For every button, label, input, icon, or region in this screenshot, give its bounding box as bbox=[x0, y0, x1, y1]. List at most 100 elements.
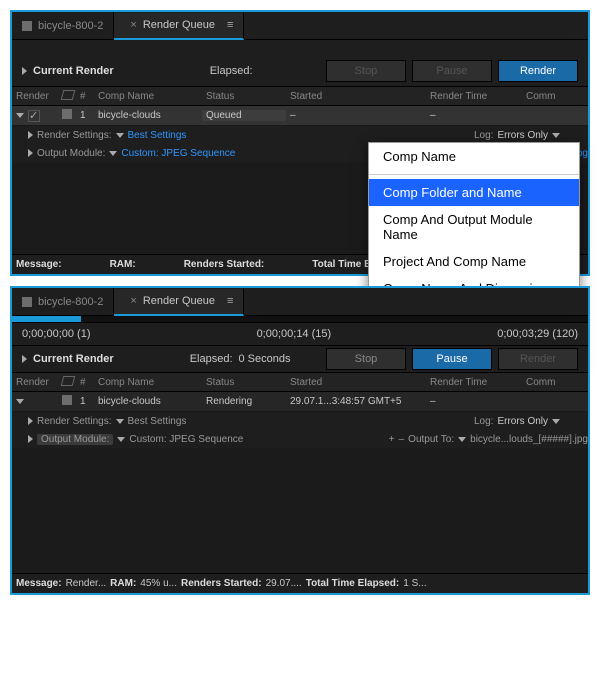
current-render-label: Current Render bbox=[33, 65, 114, 77]
disclosure-icon[interactable] bbox=[16, 113, 24, 118]
add-output-button[interactable]: + bbox=[389, 434, 395, 445]
col-rtime[interactable]: Render Time bbox=[426, 91, 522, 102]
tab-render-queue[interactable]: × Render Queue ≡ bbox=[114, 13, 244, 40]
current-render-label: Current Render bbox=[33, 353, 114, 365]
output-module-value[interactable]: Custom: JPEG Sequence bbox=[129, 434, 243, 445]
timeline-row: 0;00;00;00 (1) 0;00;00;14 (15) 0;00;03;2… bbox=[12, 322, 588, 346]
disclosure-icon[interactable] bbox=[22, 67, 27, 75]
col-render[interactable]: Render bbox=[12, 91, 58, 102]
status-bar: Message: Render... RAM: 45% u... Renders… bbox=[12, 573, 588, 593]
disclosure-icon[interactable] bbox=[28, 149, 33, 157]
remove-output-button[interactable]: – bbox=[399, 434, 405, 445]
disclosure-icon[interactable] bbox=[22, 355, 27, 363]
col-status[interactable]: Status bbox=[202, 377, 286, 388]
message-value: Render... bbox=[66, 578, 107, 589]
chevron-down-icon[interactable] bbox=[458, 437, 466, 442]
output-module-label: Output Module: bbox=[37, 434, 113, 445]
output-module-value[interactable]: Custom: JPEG Sequence bbox=[121, 148, 235, 159]
disclosure-icon[interactable] bbox=[28, 435, 33, 443]
output-module-row: Output Module: Custom: JPEG Sequence + –… bbox=[12, 430, 588, 448]
tag-icon bbox=[61, 90, 76, 100]
tab-render-queue[interactable]: × Render Queue ≡ bbox=[114, 289, 244, 316]
chevron-down-icon[interactable] bbox=[109, 151, 117, 156]
chevron-down-icon[interactable] bbox=[117, 437, 125, 442]
comp-icon bbox=[62, 109, 72, 119]
tab-bicycle-800-2[interactable]: bicycle-800-2 bbox=[12, 288, 114, 315]
render-settings-value[interactable]: Best Settings bbox=[128, 130, 187, 141]
col-num[interactable]: # bbox=[76, 377, 94, 388]
col-comp[interactable]: Comp Name bbox=[94, 91, 202, 102]
col-rtime[interactable]: Render Time bbox=[426, 377, 522, 388]
chevron-down-icon[interactable] bbox=[552, 133, 560, 138]
total-time-elapsed-value: 1 S... bbox=[403, 578, 426, 589]
render-settings-row: Render Settings: Best Settings Log: Erro… bbox=[12, 412, 588, 430]
popup-item-comp-and-output-module-name[interactable]: Comp And Output Module Name bbox=[369, 206, 579, 248]
col-comp[interactable]: Comp Name bbox=[94, 377, 202, 388]
render-button[interactable]: Render bbox=[498, 348, 578, 370]
render-settings-value[interactable]: Best Settings bbox=[128, 416, 187, 427]
tab-bicycle-800-2[interactable]: bicycle-800-2 bbox=[12, 12, 114, 39]
col-render[interactable]: Render bbox=[12, 377, 58, 388]
disclosure-icon[interactable] bbox=[16, 399, 24, 404]
elapsed-label: Elapsed: bbox=[190, 353, 233, 365]
col-num[interactable]: # bbox=[76, 91, 94, 102]
render-queue-panel-top: bicycle-800-2 × Render Queue ≡ Current R… bbox=[10, 10, 590, 276]
message-label: Message: bbox=[16, 259, 62, 270]
chevron-down-icon[interactable] bbox=[116, 133, 124, 138]
col-started[interactable]: Started bbox=[286, 91, 426, 102]
tag-icon bbox=[61, 376, 76, 386]
renders-started-label: Renders Started: bbox=[181, 578, 262, 589]
tab-label: Render Queue bbox=[143, 19, 215, 31]
total-time-elapsed-label: Total Time Elapsed: bbox=[306, 578, 400, 589]
log-dropdown[interactable]: Errors Only bbox=[497, 130, 548, 141]
pause-button[interactable]: Pause bbox=[412, 348, 492, 370]
close-icon[interactable]: × bbox=[130, 295, 136, 307]
col-comm[interactable]: Comm bbox=[522, 91, 588, 102]
item-status: Queued bbox=[202, 110, 286, 121]
panel-menu-icon[interactable]: ≡ bbox=[227, 19, 233, 31]
popup-item-project-and-comp-name[interactable]: Project And Comp Name bbox=[369, 248, 579, 275]
disclosure-icon[interactable] bbox=[28, 131, 33, 139]
progress-bar bbox=[12, 316, 588, 322]
queue-item-row[interactable]: 1 bicycle-clouds Rendering 29.07.1...3:4… bbox=[12, 392, 588, 412]
empty-area bbox=[12, 448, 588, 573]
button-bar: Stop Pause Render bbox=[326, 60, 578, 82]
output-to-label: Output To: bbox=[408, 434, 454, 445]
popup-item-comp-folder-and-name[interactable]: Comp Folder and Name bbox=[369, 179, 579, 206]
col-status[interactable]: Status bbox=[202, 91, 286, 102]
disclosure-icon[interactable] bbox=[28, 417, 33, 425]
item-status: Rendering bbox=[202, 396, 286, 407]
col-tag[interactable] bbox=[58, 90, 76, 103]
chevron-down-icon[interactable] bbox=[116, 419, 124, 424]
tab-bar: bicycle-800-2 × Render Queue ≡ bbox=[12, 288, 588, 316]
stop-button[interactable]: Stop bbox=[326, 60, 406, 82]
render-button[interactable]: Render bbox=[498, 60, 578, 82]
render-checkbox[interactable] bbox=[28, 110, 40, 122]
ram-label: RAM: bbox=[110, 259, 136, 270]
current-render-row: Current Render Elapsed: 0 Seconds Stop P… bbox=[22, 348, 578, 370]
popup-item-comp-name[interactable]: Comp Name bbox=[369, 143, 579, 170]
col-tag[interactable] bbox=[58, 376, 76, 389]
output-to-value[interactable]: bicycle...louds_[#####].jpg bbox=[470, 434, 588, 445]
col-comm[interactable]: Comm bbox=[522, 377, 588, 388]
time-current: 0;00;00;14 (15) bbox=[257, 328, 332, 340]
message-label: Message: bbox=[16, 578, 62, 589]
stop-button[interactable]: Stop bbox=[326, 348, 406, 370]
button-bar: Stop Pause Render bbox=[326, 348, 578, 370]
log-dropdown[interactable]: Errors Only bbox=[497, 416, 548, 427]
log-label: Log: bbox=[474, 130, 493, 141]
item-render-time: – bbox=[426, 110, 522, 121]
col-started[interactable]: Started bbox=[286, 377, 426, 388]
tab-label: Render Queue bbox=[143, 295, 215, 307]
progress-fill bbox=[12, 316, 81, 322]
chevron-down-icon[interactable] bbox=[552, 419, 560, 424]
renders-started-label: Renders Started: bbox=[184, 259, 265, 270]
queue-item-row[interactable]: 1 bicycle-clouds Queued – – bbox=[12, 106, 588, 126]
close-icon[interactable]: × bbox=[130, 19, 136, 31]
item-started: 29.07.1...3:48:57 GMT+5 bbox=[286, 396, 426, 407]
output-module-label: Output Module: bbox=[37, 148, 105, 159]
item-number: 1 bbox=[76, 110, 94, 121]
time-start: 0;00;00;00 (1) bbox=[22, 328, 91, 340]
pause-button[interactable]: Pause bbox=[412, 60, 492, 82]
panel-menu-icon[interactable]: ≡ bbox=[227, 295, 233, 307]
